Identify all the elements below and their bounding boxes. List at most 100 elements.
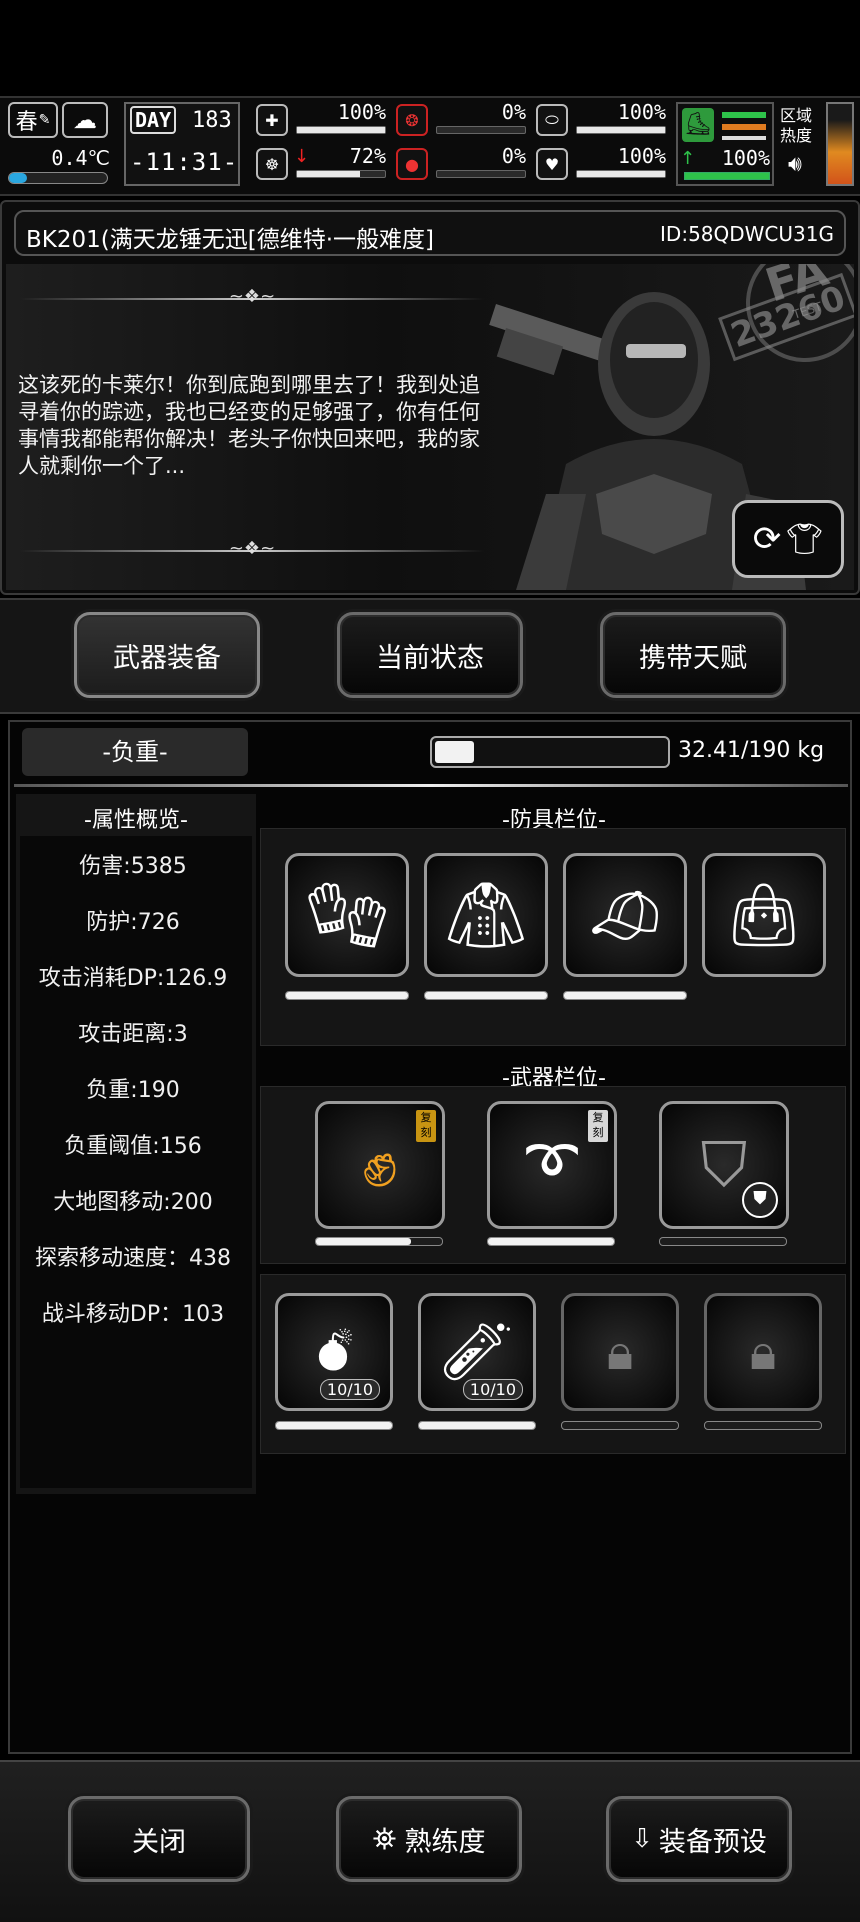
heart-icon: ♥ [536,148,568,180]
stomach-icon: ❂ [396,104,428,136]
armor-value: 100% [617,100,666,124]
character-panel: BK201(满天龙锤无迅[德维特·一般难度] ID:58QDWCU31G FA … [0,200,860,595]
weapon-slot-gauntlet[interactable]: ✊︎ 复刻 [315,1101,445,1229]
speaker-icon[interactable]: 🔊︎ [788,152,802,177]
stat-attack-range: 攻击距离:3 [78,1022,188,1047]
attributes-list: 伤害:5385 防护:726 攻击消耗DP:126.9 攻击距离:3 负重:19… [20,836,252,1488]
tab-bar: 武器装备 当前状态 携带天赋 [0,598,860,714]
consumable-slot-grenade-durability [275,1421,393,1430]
boot-icon: ⛸ [682,108,714,142]
stat-load: 负重:190 [86,1078,180,1103]
life-bar [576,170,666,178]
story-area: FA TEST 23260 ~❖~ 这该死的卡莱尔！你到底跑到哪里去了！我到处追… [6,264,854,590]
zone-heat-meter [826,102,854,186]
gloves-icon: 🧤︎ [306,878,388,953]
stat-combat-move-dp: 战斗移动DP：103 [41,1302,225,1327]
temperature-readout: 0.4℃ [51,146,110,170]
stamina-indicator-orange [722,124,766,130]
weather-cloud-icon: ☁ [62,102,108,138]
replica-tag: 复刻 [588,1110,608,1142]
brain-icon: ☸ [256,148,288,180]
day-block: DAY 183 -11:31- [124,102,240,186]
consumable-slot-locked-2-durability [704,1421,822,1430]
armor-slot-bag[interactable]: 👜︎ [702,853,826,977]
stamina-indicator-green [722,112,766,118]
stat-load-threshold: 负重阈值:156 [64,1134,202,1159]
hunger-value: 0% [501,100,526,124]
game-clock: -11:31- [130,148,239,176]
stamina-block: ⛸ ↑ 100% [676,102,774,186]
armor-slot-cap[interactable]: 🧢︎ [563,853,687,977]
armor-slot-jacket-durability [424,991,548,1000]
character-name: BK201(满天龙锤无迅[德维特·一般难度] [26,227,434,253]
armor-slots-area: 🧤︎ 🧥︎ 🧢︎ 👜︎ [260,828,846,1046]
tab-weapon-equipment[interactable]: 武器装备 [74,612,260,698]
preset-label: 装备预设 [658,1826,767,1858]
close-button[interactable]: 关闭 [68,1796,250,1882]
stamina-up-arrow-icon: ↑ [680,148,696,169]
proficiency-button[interactable]: ⛯ 熟练度 [336,1796,522,1882]
grenade-icon: 💣︎ [315,1319,353,1384]
locked-slot-icon: 🔒︎ [749,1322,777,1381]
mood-bar [296,170,386,178]
proficiency-label: 熟练度 [404,1826,486,1858]
equipment-preset-button[interactable]: ⇩ 装备预设 [606,1796,792,1882]
ornament-bottom-center: ~❖~ [228,538,276,559]
consumable-slot-molotov-durability [418,1421,536,1430]
consumable-slot-locked-1[interactable]: 🔒︎ [561,1293,679,1411]
grenade-count: 10/10 [319,1379,380,1400]
equipment-panel: -负重- 32.41/190 kg -属性概览- 伤害:5385 防护:726 … [8,720,852,1754]
stat-damage: 伤害:5385 [79,854,187,879]
weight-value: 32.41/190 kg [678,738,825,763]
golden-gauntlet-icon: ✊︎ [362,1128,398,1202]
armor-slot-cap-durability [563,991,687,1000]
attributes-panel: -属性概览- 伤害:5385 防护:726 攻击消耗DP:126.9 攻击距离:… [16,794,256,1494]
stat-protection: 防护:726 [86,910,180,935]
season-box: 春 ✎ [8,102,58,138]
weight-bar-fill [435,741,475,763]
armor-slot-gloves[interactable]: 🧤︎ [285,853,409,977]
stat-explore-speed: 探索移动速度：438 [35,1246,231,1271]
character-name-bar: BK201(满天龙锤无迅[德维特·一般难度] ID:58QDWCU31G [14,210,846,256]
season-label: 春 [15,110,38,135]
shirt-icon: 👕︎ [785,521,824,557]
weapon-slots-area: ✊︎ 复刻 ➰︎ 复刻 ⛉ ⛊ [260,1086,846,1264]
consumable-slot-locked-2[interactable]: 🔒︎ [704,1293,822,1411]
medkit-icon: ✚ [256,104,288,136]
replica-tag: 复刻 [416,1110,436,1142]
change-outfit-button[interactable]: ⟳ 👕︎ [732,500,844,578]
armor-slot-gloves-durability [285,991,409,1000]
armor-slot-jacket[interactable]: 🧥︎ [424,853,548,977]
armor-bar [576,126,666,134]
weapon-slot-chain-whip-durability [487,1237,615,1246]
tab-carried-talents[interactable]: 携带天赋 [600,612,786,698]
stamina-indicator-white [722,136,766,140]
weapon-slot-chain-whip[interactable]: ➰︎ 复刻 [487,1101,617,1229]
preset-icon: ⇩ [631,1824,653,1854]
riot-shield-icon: ⛉ [700,1128,748,1201]
status-hud: 春 ✎ ☁ 0.4℃ DAY 183 -11:31- ✚ 100% ❂ 0% ⬭… [0,96,860,196]
thirst-value: 0% [501,144,526,168]
consumable-slot-molotov[interactable]: 🧪︎ 10/10 [418,1293,536,1411]
life-value: 100% [617,144,666,168]
weapon-slot-riot-shield[interactable]: ⛉ ⛊ [659,1101,789,1229]
molotov-icon: 🧪︎ [441,1320,513,1385]
thermometer-bar [8,172,108,184]
bag-icon: 👜︎ [724,878,804,951]
character-id: ID:58QDWCU31G [660,222,834,246]
tab-current-status[interactable]: 当前状态 [337,612,523,698]
consumable-slots-area: 💣︎ 10/10 🧪︎ 10/10 🔒︎ 🔒︎ [260,1274,846,1454]
mood-value: 72% [349,144,386,168]
weapon-slot-riot-shield-durability [659,1237,787,1246]
consumable-slot-locked-1-durability [561,1421,679,1430]
consumable-slot-grenade[interactable]: 💣︎ 10/10 [275,1293,393,1411]
stamina-value: 100% [721,146,770,170]
molotov-count: 10/10 [462,1379,523,1400]
stat-attack-dp-cost: 攻击消耗DP:126.9 [38,966,228,991]
weight-bar [430,736,670,768]
stamina-bar [684,172,770,180]
chain-whip-icon: ➰︎ [526,1128,578,1201]
refresh-icon: ⟳ [752,519,782,559]
story-text: 这该死的卡莱尔！你到底跑到哪里去了！我到处追寻着你的踪迹，我也已经变的足够强了，… [18,373,480,478]
cap-icon: 🧢︎ [586,880,664,951]
